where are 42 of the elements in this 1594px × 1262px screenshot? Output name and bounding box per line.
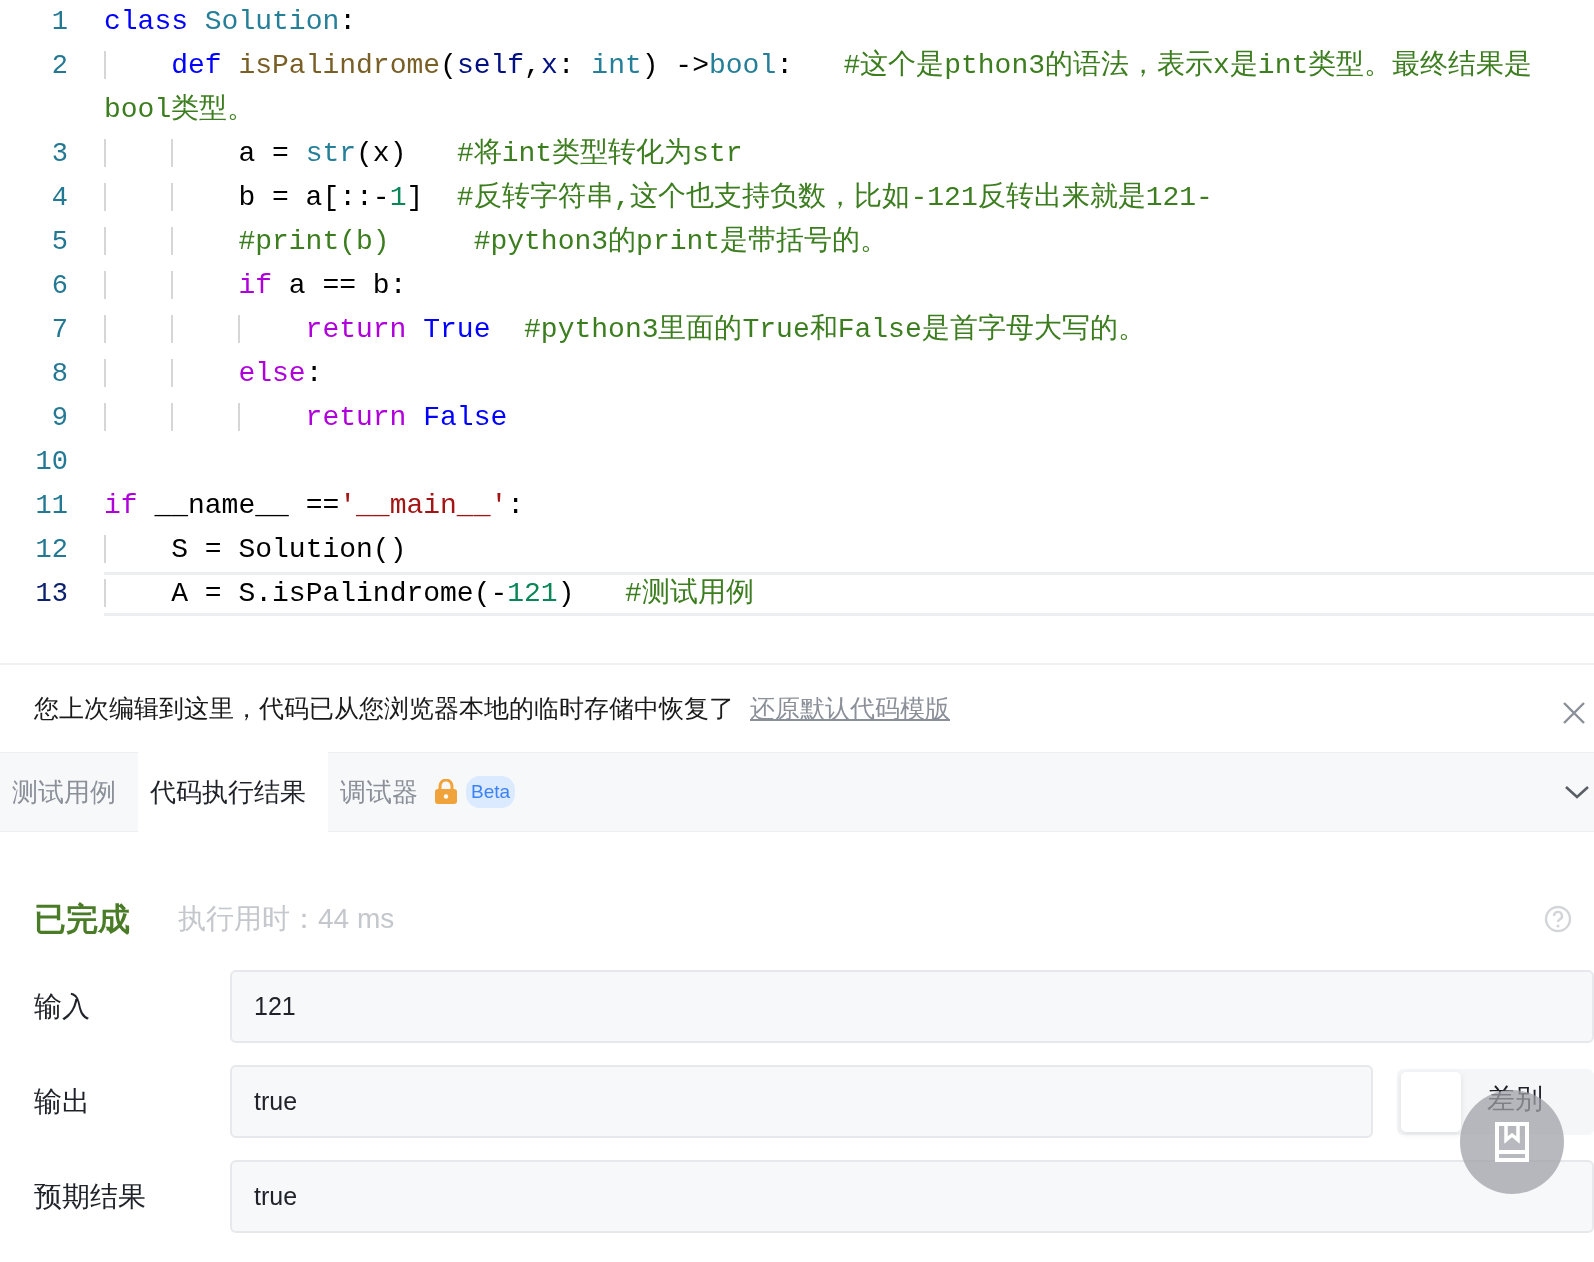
close-icon[interactable]: [1562, 700, 1586, 725]
line-number: 11: [34, 490, 69, 523]
line-number: 3: [50, 138, 69, 171]
line-number: 4: [50, 182, 69, 215]
line-number: 5: [50, 226, 69, 259]
field-label: 输入: [33, 989, 91, 1024]
field-label: 输出: [33, 1084, 91, 1119]
line-number: 10: [34, 446, 69, 479]
beta-badge: Beta: [466, 775, 516, 809]
restore-notice: 您上次编辑到这里，代码已从您浏览器本地的临时存储中恢复了: [34, 692, 734, 724]
tab[interactable]: 调试器 Beta: [328, 752, 538, 832]
line-number: 8: [50, 358, 69, 391]
output-field: 121: [230, 970, 1594, 1043]
code-line: return False: [104, 396, 1594, 440]
line-number: 12: [34, 534, 69, 567]
field-label: 预期结果: [33, 1179, 147, 1214]
code-line: #print(b) #python3的print是带括号的。: [104, 220, 1594, 264]
output-field: true: [230, 1160, 1594, 1233]
code-line: def isPalindrome(self,x: int) ->bool: #这个是pthon3的语法，表示x是int类型。最终结果是bool类型。: [104, 48, 1534, 127]
output-field: true: [230, 1065, 1373, 1138]
line-number: 13: [34, 578, 69, 611]
tab[interactable]: 代码执行结果: [138, 752, 328, 832]
restore-default-link[interactable]: 还原默认代码模版: [750, 689, 950, 728]
code-line: else:: [104, 352, 1594, 396]
chevron-down-icon[interactable]: [1564, 784, 1590, 800]
code-line: if __name__ =='__main__':: [104, 489, 526, 523]
code-line: a = str(x) #将int类型转化为str: [104, 132, 1594, 176]
book-icon: [1494, 1121, 1530, 1163]
line-number: 1: [50, 6, 69, 39]
line-number: 9: [50, 402, 69, 435]
runtime-text: 执行用时：44 ms: [178, 902, 395, 936]
code-line: S = Solution(): [104, 528, 1594, 572]
code-line: if a == b:: [104, 264, 1594, 308]
line-number: 7: [50, 314, 69, 347]
line-number: 2: [50, 50, 69, 83]
tab[interactable]: 测试用例: [0, 752, 138, 832]
code-line: class Solution:: [104, 5, 358, 39]
code-line: b = a[::-1] #反转字符串,这个也支持负数，比如-121反转出来就是121-: [104, 176, 1594, 220]
line-number: 6: [50, 270, 69, 303]
status-text: 已完成: [34, 900, 130, 939]
code-line: return True #python3里面的True和False是首字母大写的。: [104, 308, 1594, 352]
code-line: A = S.isPalindrome(-121) #测试用例: [104, 572, 1594, 616]
